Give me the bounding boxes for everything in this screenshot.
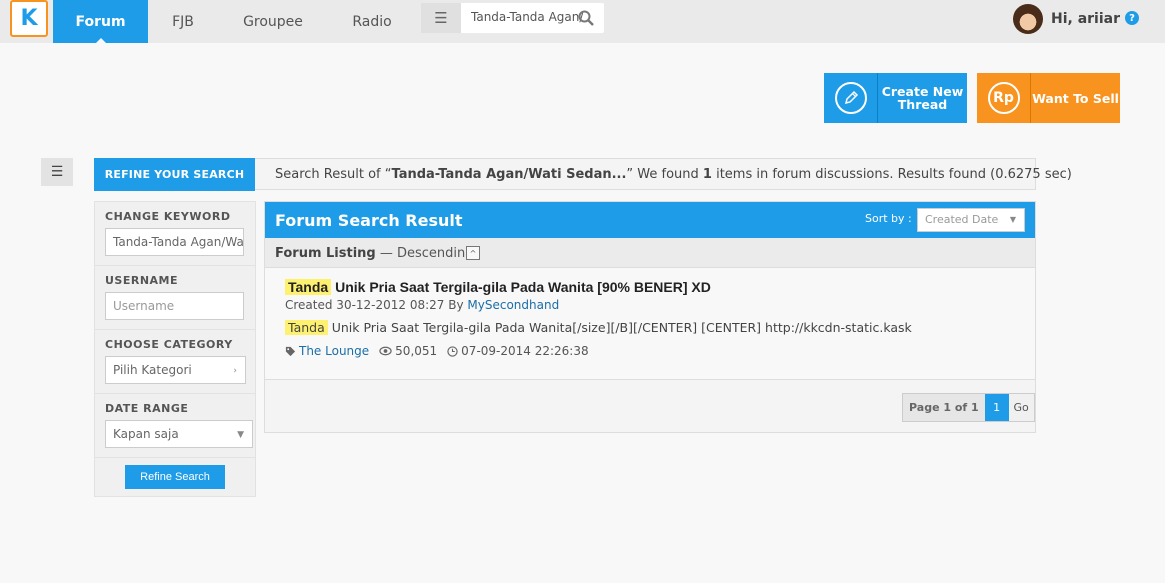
collapse-icon[interactable]: ^ [466, 246, 480, 260]
avatar[interactable] [1012, 4, 1043, 34]
help-icon[interactable]: ? [1125, 11, 1139, 25]
title-highlight: Tanda [285, 279, 332, 295]
panel-header: Forum Search Result Sort by : Created Da… [265, 202, 1035, 238]
chevron-right-icon: › [233, 366, 237, 376]
category-stat: The Lounge [285, 344, 369, 358]
eye-icon [379, 346, 392, 356]
summary-suffix: items in forum discussions. Results foun… [711, 167, 1072, 182]
page-go-button[interactable]: Go [1008, 394, 1034, 421]
user-greeting[interactable]: Hi, ariiar [1051, 11, 1120, 27]
keyword-input[interactable]: Tanda-Tanda Agan/Wati Sedang [105, 228, 244, 256]
date-range-select[interactable]: Kapan saja ▼ [105, 420, 253, 448]
refine-sidebar: CHANGE KEYWORD Tanda-Tanda Agan/Wati Sed… [94, 201, 256, 497]
username-section: USERNAME Username [95, 266, 255, 330]
category-link[interactable]: The Lounge [299, 344, 369, 358]
thread-snippet: Tanda Unik Pria Saat Tergila-gila Pada W… [285, 320, 912, 335]
chevron-down-icon: ▼ [237, 430, 244, 440]
category-title: CHOOSE CATEGORY [105, 338, 233, 351]
summary-count: 1 [702, 167, 712, 182]
views-count: 50,051 [395, 344, 438, 358]
username-input[interactable]: Username [105, 292, 244, 320]
listing-order: — Descending [375, 246, 474, 261]
last-update-time: 07-09-2014 22:26:38 [461, 344, 589, 358]
search-result-bar: REFINE YOUR SEARCH Search Result of “Tan… [94, 158, 1072, 191]
user-menu[interactable]: Hi, ariiar ? [1012, 4, 1139, 34]
tag-icon [285, 346, 296, 356]
logo-letter: K [20, 6, 38, 31]
summary-middle: ” We found [626, 167, 703, 182]
top-navbar: K Forum FJB Groupee Radio ☰ Hi, ariiar ? [0, 0, 1165, 43]
author-link[interactable]: MySecondhand [467, 298, 559, 312]
snippet-highlight: Tanda [285, 320, 328, 335]
list-item: Tanda Unik Pria Saat Tergila-gila Pada W… [265, 268, 1035, 380]
refine-search-button[interactable]: Refine Search [125, 465, 225, 489]
thread-stats: The Lounge 50,051 07-09-2014 22:26:38 [285, 344, 589, 358]
forum-listing-bar: Forum Listing — Descending ^ [265, 238, 1035, 268]
date-title: DATE RANGE [105, 402, 189, 415]
date-value: Kapan saja [113, 427, 179, 441]
search-icon[interactable] [578, 10, 594, 26]
sort-select[interactable]: Created Date ▼ [917, 208, 1025, 232]
create-thread-label: Create New Thread [881, 84, 964, 112]
tab-fjb[interactable]: FJB [148, 0, 218, 43]
last-update-stat: 07-09-2014 22:26:38 [447, 344, 589, 358]
page-number-button[interactable]: 1 [984, 394, 1009, 421]
sell-icon-wrap: Rp [977, 73, 1031, 123]
summary-keyword: Tanda-Tanda Agan/Wati Sedan... [391, 167, 627, 182]
list-toggle-icon[interactable]: ☰ [41, 158, 73, 186]
panel-title: Forum Search Result [275, 211, 463, 230]
summary-prefix: Search Result of “ [275, 167, 392, 182]
tab-forum-label: Forum [75, 13, 126, 30]
tab-fjb-label: FJB [172, 13, 194, 30]
search-input[interactable] [471, 10, 583, 24]
tab-groupee-label: Groupee [243, 13, 303, 30]
category-value: Pilih Kategori [113, 363, 192, 377]
category-select[interactable]: Pilih Kategori › [105, 356, 246, 384]
list-icon[interactable]: ☰ [421, 3, 461, 33]
forum-search-result-panel: Forum Search Result Sort by : Created Da… [264, 201, 1036, 433]
page-label: Page 1 of 1 [909, 401, 979, 414]
tab-groupee[interactable]: Groupee [218, 0, 328, 43]
category-section: CHOOSE CATEGORY Pilih Kategori › [95, 330, 255, 394]
want-to-sell-label: Want To Sell [1032, 90, 1119, 106]
thread-meta: Created 30-12-2012 08:27 By MySecondhand [285, 298, 559, 312]
listing-label-strong: Forum Listing [275, 246, 376, 261]
chevron-down-icon: ▼ [1009, 215, 1016, 224]
tab-radio[interactable]: Radio [328, 0, 416, 43]
refine-your-search-tab[interactable]: REFINE YOUR SEARCH [94, 158, 255, 191]
want-to-sell-button[interactable]: Rp Want To Sell [977, 73, 1120, 123]
listing-label: Forum Listing — Descending [275, 246, 474, 261]
thread-title-link[interactable]: Tanda Unik Pria Saat Tergila-gila Pada W… [285, 279, 711, 295]
tab-forum[interactable]: Forum [53, 0, 148, 43]
created-text: Created 30-12-2012 08:27 By [285, 298, 468, 312]
title-rest: Unik Pria Saat Tergila-gila Pada Wanita … [331, 279, 711, 295]
create-thread-icon-wrap [824, 73, 878, 123]
pencil-icon [834, 82, 867, 114]
rupiah-icon: Rp [987, 82, 1020, 114]
nav-search: ☰ [421, 3, 604, 33]
keyword-title: CHANGE KEYWORD [105, 210, 231, 223]
keyword-section: CHANGE KEYWORD Tanda-Tanda Agan/Wati Sed… [95, 202, 255, 266]
views-stat: 50,051 [379, 344, 437, 358]
date-section: DATE RANGE Kapan saja ▼ [95, 394, 255, 458]
sort-value: Created Date [925, 213, 999, 226]
pagination: Page 1 of 1 1 Go [902, 393, 1035, 422]
create-thread-button[interactable]: Create New Thread [824, 73, 967, 123]
sort-label: Sort by : [865, 212, 912, 225]
clock-icon [447, 345, 458, 357]
kaskus-logo[interactable]: K [10, 0, 48, 37]
search-result-summary: Search Result of “Tanda-Tanda Agan/Wati … [275, 167, 1072, 182]
snippet-rest: Unik Pria Saat Tergila-gila Pada Wanita[… [327, 320, 912, 335]
username-title: USERNAME [105, 274, 179, 287]
tab-radio-label: Radio [352, 13, 392, 30]
